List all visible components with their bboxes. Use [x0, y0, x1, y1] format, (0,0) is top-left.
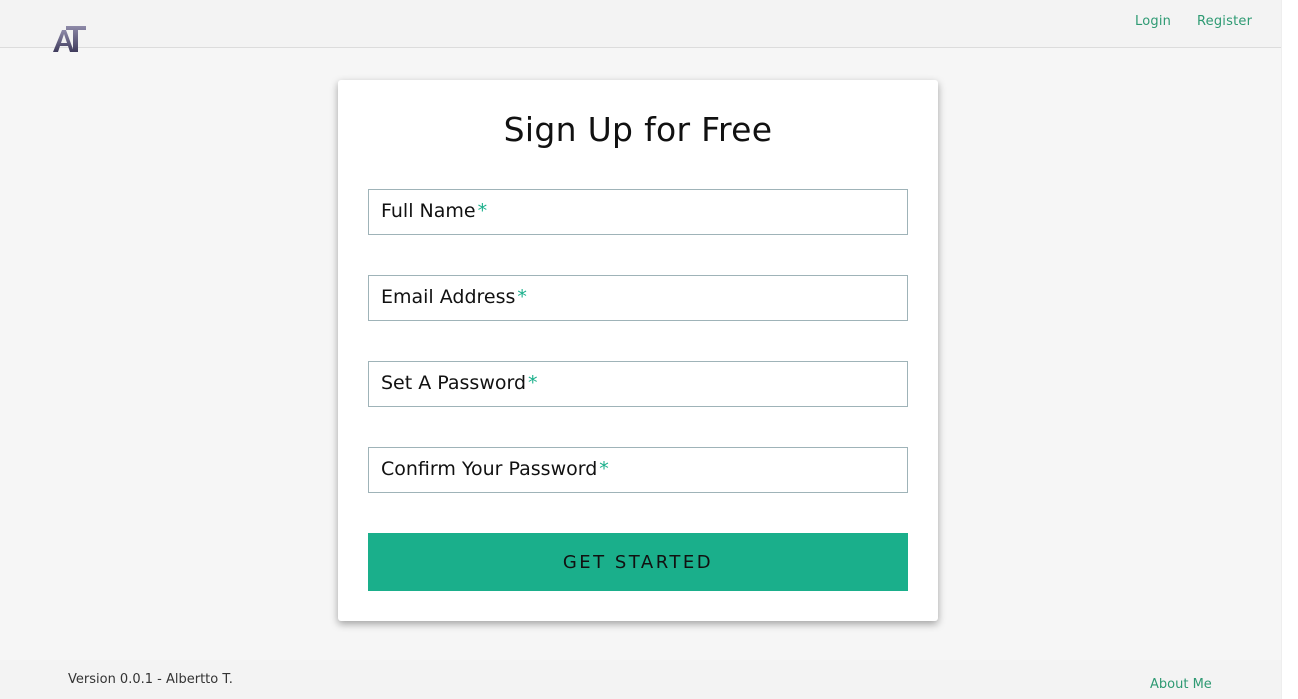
password-label: Set A Password * [381, 372, 538, 394]
get-started-button[interactable]: GET STARTED [368, 533, 908, 591]
version-text: Version 0.0.1 - Albertto T. [68, 672, 233, 687]
required-marker: * [599, 458, 609, 480]
full-name-label: Full Name * [381, 200, 488, 222]
about-me-link[interactable]: About Me [1150, 677, 1212, 692]
required-marker: * [477, 200, 488, 222]
confirm-password-field[interactable]: Confirm Your Password * [368, 447, 908, 493]
required-marker: * [528, 372, 538, 394]
confirm-password-label: Confirm Your Password * [381, 458, 609, 480]
top-navbar: Login Register [0, 0, 1281, 52]
password-field[interactable]: Set A Password * [368, 361, 908, 407]
page-title: Sign Up for Free [503, 110, 773, 149]
signup-card: Sign Up for Free Full Name * Email Addres… [338, 80, 938, 621]
footer: Version 0.0.1 - Albertto T. About Me [0, 660, 1281, 699]
email-label: Email Address * [381, 286, 527, 308]
full-name-field[interactable]: Full Name * [368, 189, 908, 235]
scrollbar-gutter[interactable] [1281, 0, 1298, 699]
email-field[interactable]: Email Address * [368, 275, 908, 321]
nav-register-link[interactable]: Register [1197, 14, 1252, 29]
nav-login-link[interactable]: Login [1135, 14, 1171, 29]
required-marker: * [517, 286, 527, 308]
logo-icon[interactable] [52, 22, 88, 54]
